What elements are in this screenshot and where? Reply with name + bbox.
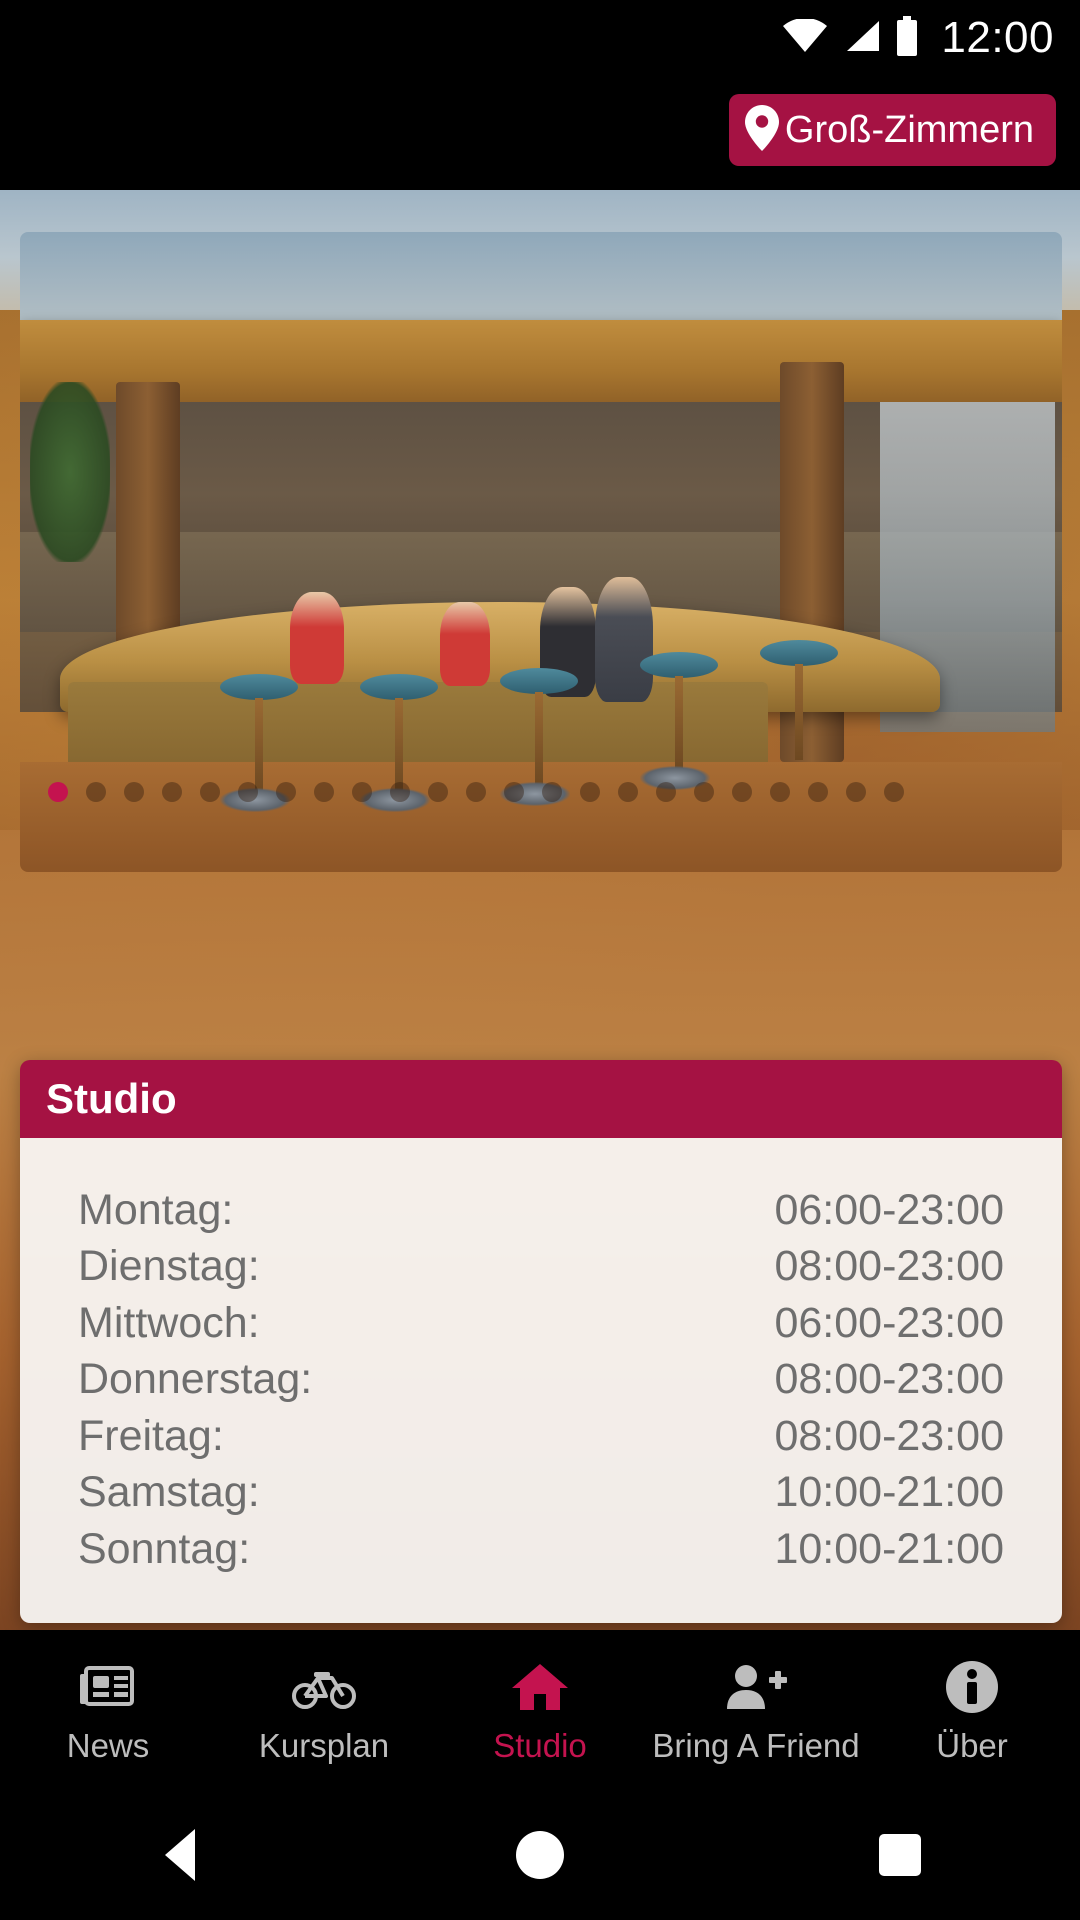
table-row: Samstag: 10:00-21:00 (78, 1464, 1004, 1520)
back-triangle-icon (165, 1829, 195, 1881)
back-button[interactable] (90, 1790, 270, 1920)
nav-item-label: News (66, 1726, 150, 1764)
day-label: Mittwoch: (78, 1298, 260, 1347)
bicycle-icon (292, 1659, 356, 1715)
home-button[interactable] (450, 1790, 630, 1920)
person-add-icon (725, 1659, 787, 1715)
newspaper-icon (80, 1659, 136, 1715)
nav-item-über[interactable]: Über (864, 1659, 1080, 1762)
day-label: Montag: (78, 1186, 234, 1234)
nav-item-label: Studio (493, 1726, 587, 1764)
info-icon (945, 1659, 999, 1715)
page-title: Studio (46, 1075, 177, 1122)
hours-value: 06:00-23:00 (774, 1186, 1004, 1234)
recents-square-icon (879, 1834, 921, 1876)
table-row: Donnerstag: 08:00-23:00 (78, 1351, 1004, 1407)
opening-hours-table: Montag: 06:00-23:00 Dienstag: 08:00-23:00 Mi… (78, 1182, 1004, 1577)
hours-value: 08:00-23:00 (774, 1411, 1004, 1460)
studio-card-header: Studio (20, 1060, 1062, 1138)
hours-value: 06:00-23:00 (774, 1298, 1004, 1347)
day-label: Samstag: (78, 1468, 260, 1517)
hours-value: 10:00-21:00 (774, 1524, 1004, 1573)
table-row: Montag: 06:00-23:00 (78, 1182, 1004, 1238)
home-circle-icon (516, 1831, 564, 1879)
hours-value: 08:00-23:00 (774, 1242, 1004, 1291)
nav-item-kursplan[interactable]: Kursplan (216, 1659, 432, 1762)
day-label: Sonntag: (78, 1524, 251, 1573)
home-icon (510, 1659, 570, 1715)
hours-value: 10:00-21:00 (774, 1468, 1004, 1517)
day-label: Freitag: (78, 1411, 224, 1460)
studio-card-body: Montag: 06:00-23:00 Dienstag: 08:00-23:00 Mi… (20, 1138, 1062, 1624)
bottom-navigation-bar: News Kursplan Studio Bring A Friend Über (0, 1630, 1080, 1790)
android-system-nav (0, 1790, 1080, 1920)
nav-item-label: Bring A Friend (652, 1726, 860, 1764)
battery-icon (895, 15, 919, 61)
table-row: Mittwoch: 06:00-23:00 (78, 1295, 1004, 1351)
nav-item-label: Über (936, 1726, 1008, 1764)
wifi-icon (783, 17, 828, 58)
app-root: 12:00 Groß-Zimmern Studio Montag: 06:00-… (0, 0, 1080, 1920)
nav-item-news[interactable]: News (0, 1659, 216, 1762)
location-badge[interactable]: Groß-Zimmern (728, 94, 1056, 166)
location-badge-row: Groß-Zimmern (0, 94, 1080, 166)
status-bar-clock: 12:00 (941, 13, 1054, 62)
nav-item-bring-a-friend[interactable]: Bring A Friend (648, 1659, 864, 1762)
day-label: Dienstag: (78, 1242, 260, 1291)
recents-button[interactable] (810, 1790, 990, 1920)
map-pin-icon (744, 104, 779, 156)
studio-info-card: Studio Montag: 06:00-23:00 Dienstag: 08:00-… (20, 1060, 1062, 1624)
studio-photo-carousel[interactable] (20, 232, 1062, 872)
table-row: Dienstag: 08:00-23:00 (78, 1238, 1004, 1294)
status-bar: 12:00 (0, 0, 1080, 76)
hours-value: 08:00-23:00 (774, 1355, 1004, 1404)
location-label: Groß-Zimmern (784, 109, 1034, 151)
table-row: Sonntag: 10:00-21:00 (78, 1521, 1004, 1577)
day-label: Donnerstag: (78, 1355, 313, 1404)
signal-icon (841, 19, 881, 58)
nav-item-studio[interactable]: Studio (432, 1659, 648, 1762)
nav-item-label: Kursplan (258, 1726, 390, 1764)
table-row: Freitag: 08:00-23:00 (78, 1408, 1004, 1464)
